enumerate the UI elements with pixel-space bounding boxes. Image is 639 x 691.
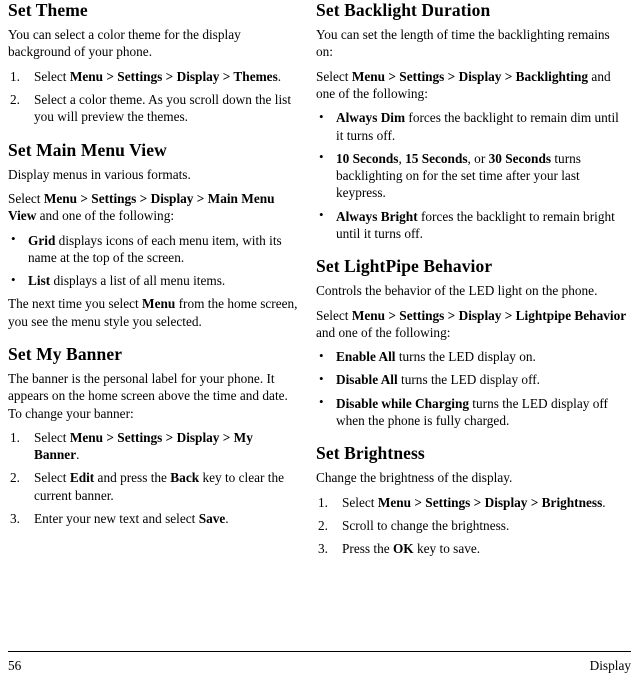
page-number: 56 bbox=[8, 658, 22, 673]
step-text: Select a color theme. As you scroll down… bbox=[34, 91, 292, 125]
main-menu-view-intro: Display menus in various formats. bbox=[8, 166, 191, 182]
bullet-icon: • bbox=[319, 394, 324, 410]
set-theme-intro: You can select a color theme for the dis… bbox=[8, 27, 241, 60]
step-item: 2. Select Edit and press the Back key to … bbox=[8, 469, 298, 504]
list-item-text: Disable All turns the LED display off. bbox=[336, 372, 541, 388]
list-item-text: Disable while Charging turns the LED dis… bbox=[336, 395, 608, 429]
step-text: Select Menu > Settings > Display > Theme… bbox=[34, 68, 282, 84]
bullet-icon: • bbox=[11, 271, 16, 287]
set-my-banner-steps: 1. Select Menu > Settings > Display > My … bbox=[8, 429, 298, 527]
step-item: 2. Scroll to change the brightness. bbox=[316, 517, 629, 534]
step-number: 3. bbox=[10, 511, 20, 526]
step-text: Select Menu > Settings > Display > Brigh… bbox=[342, 494, 606, 510]
backlight-intro: You can set the length of time the backl… bbox=[316, 27, 610, 60]
manual-page: Set Theme You can select a color theme f… bbox=[0, 0, 639, 691]
list-item: • 10 Seconds, 15 Seconds, or 30 Seconds t… bbox=[316, 149, 629, 202]
step-number: 1. bbox=[318, 494, 328, 510]
list-item: • Disable All turns the LED display off. bbox=[316, 371, 629, 388]
list-item: • Always Bright forces the backlight to r… bbox=[316, 207, 629, 243]
main-menu-view-select-line: Select Menu > Settings > Display > Main … bbox=[8, 190, 275, 224]
step-item: 3. Press the OK key to save. bbox=[316, 540, 629, 557]
list-item: • Enable All turns the LED display on. bbox=[316, 348, 629, 365]
backlight-select-line: Select Menu > Settings > Display > Backl… bbox=[316, 68, 611, 101]
left-column: Set Theme You can select a color theme f… bbox=[0, 0, 310, 645]
list-item-text: Always Bright forces the backlight to re… bbox=[336, 208, 615, 241]
footer-divider bbox=[8, 651, 631, 652]
step-item: 2. Select a color theme. As you scroll do… bbox=[8, 91, 298, 126]
list-item: • Grid displays icons of each menu item, … bbox=[8, 231, 298, 267]
lightpipe-select-line: Select Menu > Settings > Display > Light… bbox=[316, 307, 627, 340]
list-item: • Always Dim forces the backlight to rema… bbox=[316, 109, 629, 144]
lightpipe-intro: Controls the behavior of the LED light o… bbox=[316, 283, 598, 299]
step-item: 1. Select Menu > Settings > Display > My … bbox=[8, 429, 298, 464]
section-heading-set-brightness: Set Brightness bbox=[316, 443, 425, 464]
list-item: • List displays a list of all menu items. bbox=[8, 272, 298, 289]
bullet-icon: • bbox=[319, 347, 324, 363]
brightness-steps: 1. Select Menu > Settings > Display > Bri… bbox=[316, 494, 629, 558]
right-column: Set Backlight Duration You can set the l… bbox=[310, 0, 639, 645]
step-number: 2. bbox=[10, 470, 20, 486]
list-item-text: Grid displays icons of each menu item, w… bbox=[28, 232, 282, 265]
list-item-text: 10 Seconds, 15 Seconds, or 30 Seconds tu… bbox=[336, 150, 581, 201]
section-heading-set-theme: Set Theme bbox=[8, 0, 88, 20]
step-number: 1. bbox=[10, 68, 20, 84]
list-item-text: Enable All turns the LED display on. bbox=[336, 349, 536, 365]
step-number: 2. bbox=[318, 518, 328, 533]
main-menu-view-options: • Grid displays icons of each menu item, … bbox=[8, 231, 298, 290]
step-number: 1. bbox=[10, 429, 20, 445]
bullet-icon: • bbox=[319, 207, 324, 223]
page-footer: 56 Display bbox=[0, 651, 639, 691]
list-item-text: Always Dim forces the backlight to remai… bbox=[336, 110, 619, 143]
section-heading-set-main-menu-view: Set Main Menu View bbox=[8, 139, 167, 160]
list-item-text: List displays a list of all menu items. bbox=[28, 273, 226, 289]
main-menu-view-outro: The next time you select Menu from the h… bbox=[8, 296, 298, 329]
bullet-icon: • bbox=[319, 108, 324, 124]
step-text: Press the OK key to save. bbox=[342, 541, 481, 557]
footer-chapter-label: Display bbox=[589, 658, 631, 673]
set-theme-steps: 1. Select Menu > Settings > Display > The… bbox=[8, 68, 298, 126]
page-columns: Set Theme You can select a color theme f… bbox=[0, 0, 639, 645]
step-item: 1. Select Menu > Settings > Display > The… bbox=[8, 68, 298, 85]
bullet-icon: • bbox=[319, 149, 324, 165]
step-text: Select Menu > Settings > Display > My Ba… bbox=[34, 429, 253, 463]
lightpipe-options: • Enable All turns the LED display on. • D… bbox=[316, 348, 629, 429]
brightness-intro: Change the brightness of the display. bbox=[316, 470, 513, 486]
set-my-banner-intro: The banner is the personal label for you… bbox=[8, 371, 288, 421]
step-text: Enter your new text and select Save. bbox=[34, 511, 229, 526]
section-heading-set-backlight-duration: Set Backlight Duration bbox=[316, 0, 491, 20]
bullet-icon: • bbox=[319, 370, 324, 386]
bullet-icon: • bbox=[11, 231, 16, 246]
section-heading-set-lightpipe-behavior: Set LightPipe Behavior bbox=[316, 256, 493, 277]
step-text: Select Edit and press the Back key to cl… bbox=[34, 470, 285, 503]
section-heading-set-my-banner: Set My Banner bbox=[8, 343, 123, 364]
list-item: • Disable while Charging turns the LED di… bbox=[316, 394, 629, 430]
step-text: Scroll to change the brightness. bbox=[342, 518, 510, 533]
step-number: 3. bbox=[318, 541, 328, 557]
step-item: 3. Enter your new text and select Save. bbox=[8, 510, 298, 527]
step-item: 1. Select Menu > Settings > Display > Bri… bbox=[316, 494, 629, 511]
backlight-options: • Always Dim forces the backlight to rema… bbox=[316, 109, 629, 242]
step-number: 2. bbox=[10, 91, 20, 107]
